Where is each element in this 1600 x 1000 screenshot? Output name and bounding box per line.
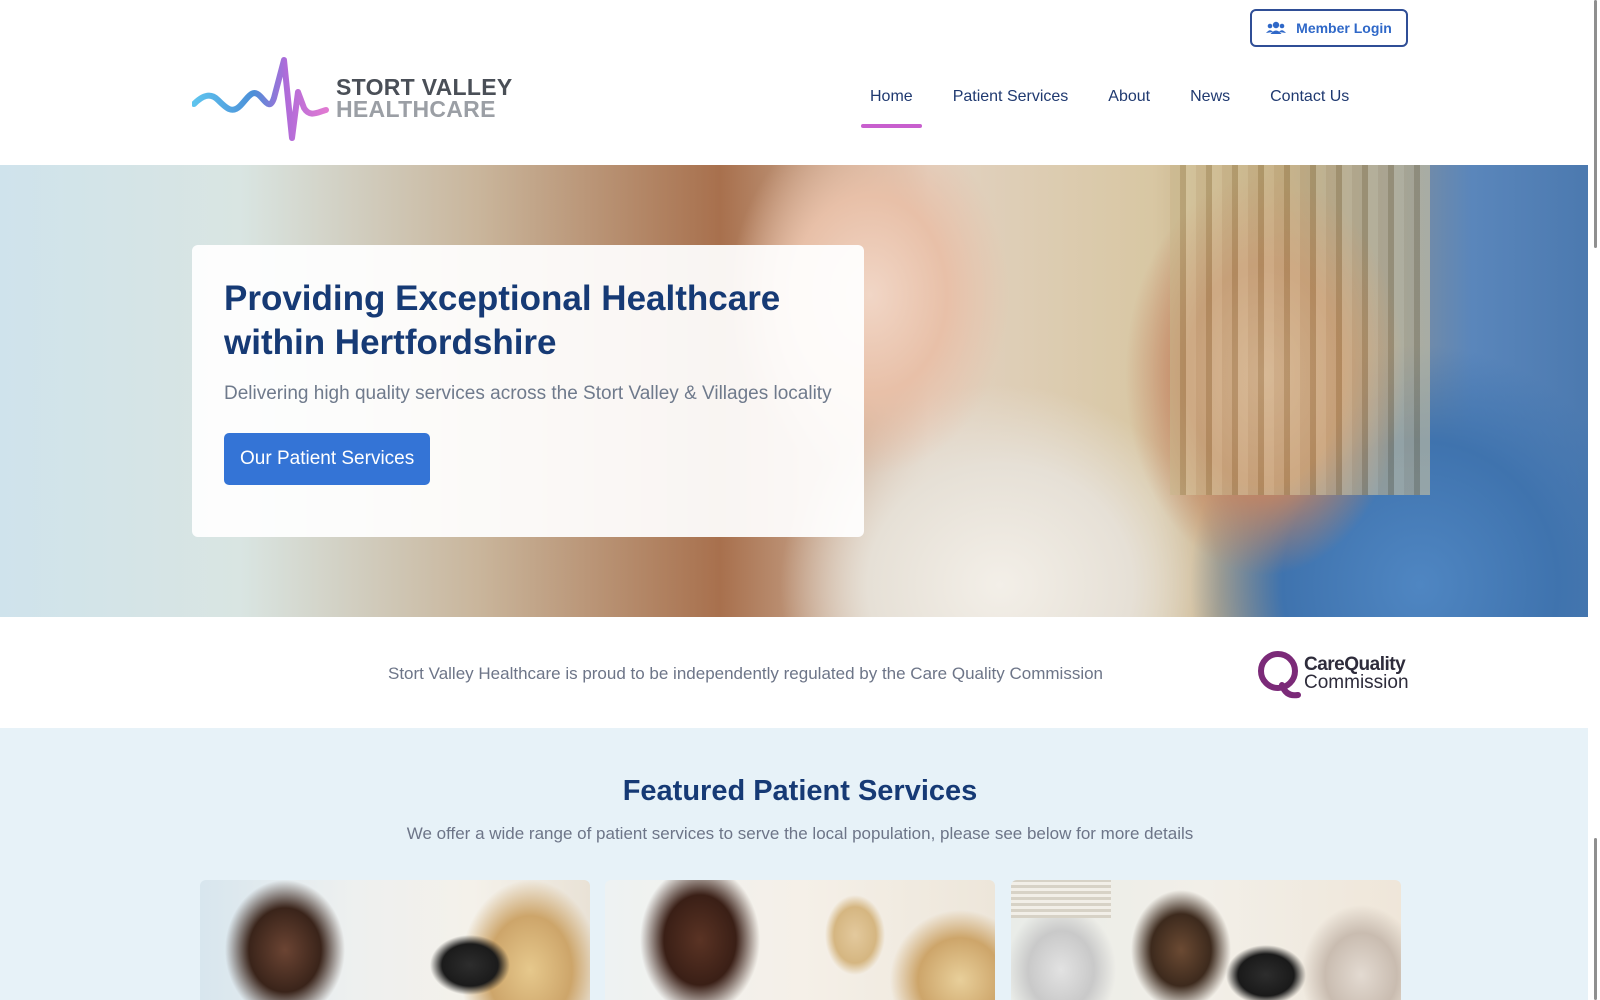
logo-name-line2: HEALTHCARE: [336, 96, 496, 122]
page-scrollbar[interactable]: [1588, 0, 1600, 1000]
heartbeat-wave-icon: [192, 57, 329, 141]
service-card-image[interactable]: [1011, 880, 1401, 1000]
featured-title: Featured Patient Services: [622, 775, 978, 807]
nav-item-about[interactable]: About: [1108, 82, 1150, 122]
featured-subtitle: We offer a wide range of patient service…: [406, 824, 1194, 843]
site-logo[interactable]: STORT VALLEY HEALTHCARE: [192, 52, 522, 144]
site-header: Member Login STORT VALLEY HEALTHCARE Hom…: [0, 0, 1600, 165]
member-login-button[interactable]: Member Login: [1250, 9, 1408, 47]
service-card-image[interactable]: [605, 880, 995, 1000]
member-login-label: Member Login: [1296, 20, 1392, 36]
hero-card: Providing Exceptional Healthcare within …: [192, 245, 864, 537]
cqc-logo-line2: Commission: [1304, 672, 1409, 693]
card-photo-blinds: [1011, 880, 1111, 918]
service-card-image[interactable]: [200, 880, 590, 1000]
logo-name-line1: STORT VALLEY: [336, 74, 513, 100]
hero-title: Providing Exceptional Healthcare within …: [224, 279, 781, 362]
scrollbar-thumb[interactable]: [1594, 0, 1597, 248]
main-nav: Home Patient Services About News Contact…: [861, 82, 1389, 128]
hero-subtitle: Delivering high quality services across …: [224, 383, 832, 404]
scrollbar-thumb-lower[interactable]: [1594, 838, 1597, 1000]
hero-banner: Providing Exceptional Healthcare within …: [0, 165, 1600, 617]
nav-item-contact-us[interactable]: Contact Us: [1270, 82, 1349, 122]
cqc-statement: Stort Valley Healthcare is proud to be i…: [388, 664, 1104, 683]
cqc-logo[interactable]: CareQuality Commission: [1256, 649, 1409, 699]
cqc-strip: Stort Valley Healthcare is proud to be i…: [0, 617, 1600, 728]
nav-item-home[interactable]: Home: [861, 82, 922, 128]
hero-photo-curtain: [1170, 165, 1430, 495]
nav-item-patient-services[interactable]: Patient Services: [953, 82, 1069, 122]
users-icon: [1266, 21, 1287, 34]
nav-item-news[interactable]: News: [1190, 82, 1230, 122]
cqc-q-icon: [1258, 651, 1301, 699]
featured-services: Featured Patient Services We offer a wid…: [0, 728, 1600, 1000]
our-patient-services-button[interactable]: Our Patient Services: [224, 433, 431, 485]
